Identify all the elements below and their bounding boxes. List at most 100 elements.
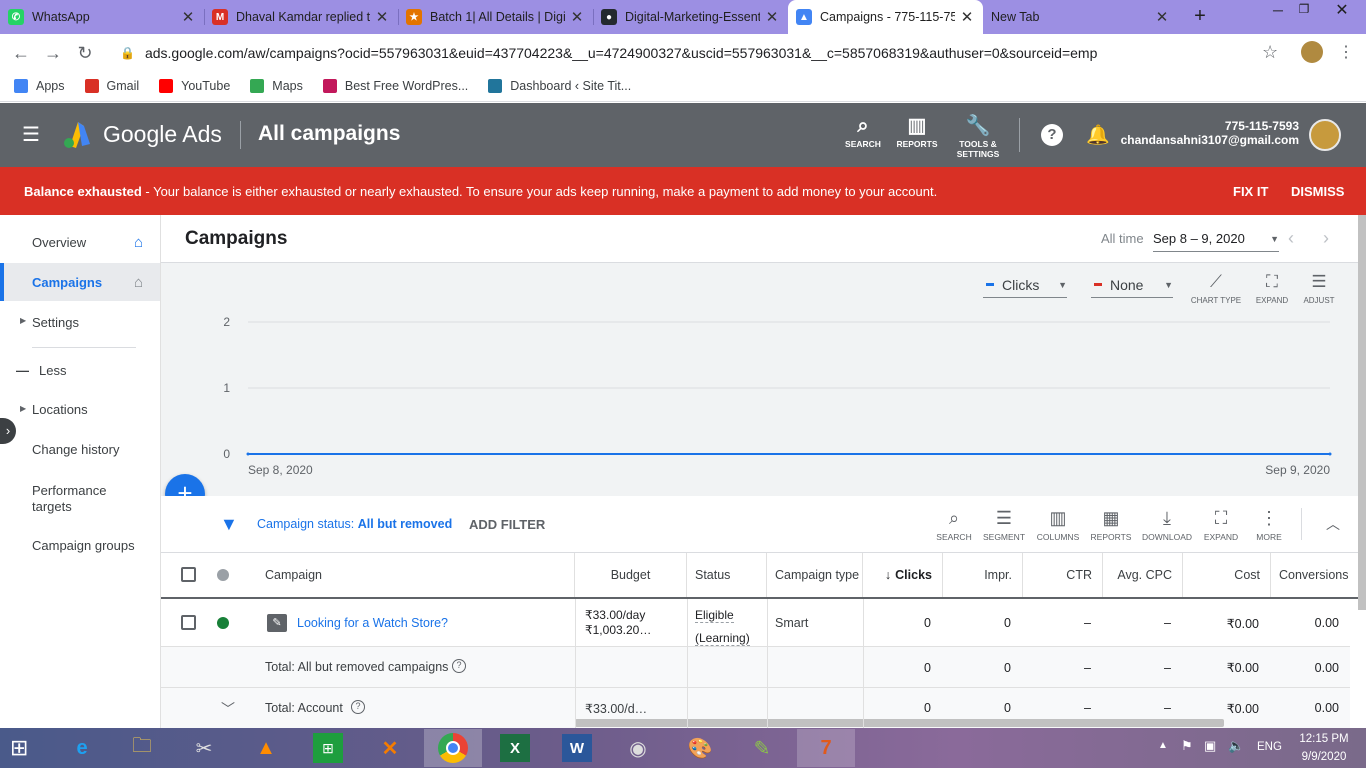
- clock-date[interactable]: 9/9/2020: [1294, 751, 1354, 763]
- tray-network-icon[interactable]: ▣: [1204, 738, 1216, 754]
- bookmark-item[interactable]: Maps: [250, 78, 303, 93]
- reload-icon[interactable]: ↻: [74, 42, 96, 64]
- input-language[interactable]: ENG: [1257, 741, 1282, 753]
- clicks-data-point[interactable]: [246, 452, 250, 456]
- adjust-button[interactable]: ☰ ADJUST: [1293, 272, 1345, 305]
- row-checkbox[interactable]: [181, 615, 196, 630]
- table-more-button[interactable]: ⋮ MORE: [1244, 504, 1294, 542]
- help-icon[interactable]: ?: [1041, 124, 1063, 146]
- browser-tab[interactable]: M Dhaval Kamdar replied t ✕: [204, 0, 398, 34]
- forward-icon[interactable]: →: [42, 42, 64, 64]
- metric-selector-2[interactable]: None ▼: [1091, 272, 1173, 298]
- table-expand-button[interactable]: ⛶ EXPAND: [1196, 504, 1246, 542]
- status-cell[interactable]: Eligible (Learning): [695, 604, 750, 650]
- internet-explorer-icon[interactable]: e: [56, 730, 108, 766]
- tray-volume-icon[interactable]: 🔈: [1228, 738, 1244, 754]
- header-tools-button[interactable]: 🔧 TOOLS & SETTINGS: [953, 113, 1003, 159]
- chart-type-button[interactable]: ⟋ CHART TYPE: [1190, 272, 1242, 305]
- bookmark-item[interactable]: YouTube: [159, 78, 230, 93]
- table-reports-button[interactable]: ▦ REPORTS: [1086, 504, 1136, 542]
- table-search-button[interactable]: ⌕ SEARCH: [929, 504, 979, 542]
- sidebar-item-campaign-groups[interactable]: Campaign groups: [0, 527, 160, 563]
- previous-date-icon[interactable]: ‹: [1288, 228, 1294, 249]
- new-tab-button[interactable]: +: [1188, 4, 1212, 28]
- tray-expand-icon[interactable]: ▲: [1158, 740, 1168, 751]
- snipping-tool-icon[interactable]: ✂: [178, 730, 230, 766]
- browser-menu-icon[interactable]: ⋮: [1338, 42, 1354, 62]
- next-date-icon[interactable]: ›: [1323, 228, 1329, 249]
- column-header-clicks[interactable]: ↓ Clicks: [863, 553, 943, 597]
- status-filter-chip[interactable]: Campaign status: All but removed: [257, 517, 452, 531]
- clock-time[interactable]: 12:15 PM: [1294, 733, 1354, 745]
- back-icon[interactable]: ←: [10, 42, 32, 64]
- browser-tab[interactable]: ▲ Campaigns - 775-115-75 ✕: [788, 0, 983, 34]
- browser-tab[interactable]: ✆ WhatsApp ✕: [0, 0, 204, 34]
- restore-window-button[interactable]: ❐: [1294, 2, 1314, 22]
- browser-tab[interactable]: ★ Batch 1| All Details | Digi ✕: [398, 0, 593, 34]
- minimize-window-button[interactable]: ─: [1268, 2, 1288, 22]
- account-avatar[interactable]: [1309, 119, 1341, 151]
- bookmark-item[interactable]: Dashboard ‹ Site Tit...: [488, 78, 631, 93]
- tray-flag-icon[interactable]: ⚑: [1181, 738, 1193, 754]
- notifications-bell-icon[interactable]: 🔔: [1086, 123, 1110, 147]
- hamburger-menu-icon[interactable]: ☰: [22, 125, 42, 145]
- collapse-chevron-icon[interactable]: ︿: [1326, 514, 1340, 534]
- paint-icon[interactable]: 🎨: [674, 730, 726, 766]
- greenshot-icon[interactable]: ✎: [736, 730, 788, 766]
- profile-avatar[interactable]: [1301, 41, 1323, 63]
- word-icon[interactable]: W: [562, 734, 592, 762]
- file-explorer-icon[interactable]: 🗀: [116, 730, 168, 766]
- help-icon[interactable]: ?: [452, 659, 466, 673]
- bookmark-item[interactable]: Apps: [14, 78, 65, 93]
- select-all-checkbox[interactable]: [181, 567, 196, 582]
- browser-tab[interactable]: New Tab ✕: [983, 0, 1178, 34]
- clicks-data-point[interactable]: [1328, 452, 1332, 456]
- table-segment-button[interactable]: ☰ SEGMENT: [979, 504, 1029, 542]
- address-bar[interactable]: 🔒 ads.google.com/aw/campaigns?ocid=55796…: [110, 40, 1290, 66]
- tab-close-icon[interactable]: ✕: [180, 8, 196, 26]
- bookmark-star-icon[interactable]: ☆: [1262, 42, 1278, 63]
- xampp-icon[interactable]: ✕: [364, 730, 416, 766]
- header-search-button[interactable]: ⌕ SEARCH: [838, 113, 888, 149]
- media-player-icon[interactable]: ◉: [612, 730, 664, 766]
- vertical-scrollbar[interactable]: [1358, 215, 1366, 610]
- sidebar-item-change-history[interactable]: Change history: [0, 431, 160, 467]
- bookmark-item[interactable]: Gmail: [84, 78, 139, 93]
- table-columns-button[interactable]: ▥ COLUMNS: [1033, 504, 1083, 542]
- column-header-avg-cpc[interactable]: Avg. CPC: [1103, 553, 1183, 597]
- metric-selector-1[interactable]: Clicks ▼: [983, 272, 1067, 298]
- tab-close-icon[interactable]: ✕: [569, 8, 585, 26]
- bookmark-item[interactable]: Best Free WordPres...: [322, 78, 468, 93]
- fix-it-button[interactable]: FIX IT: [1233, 184, 1268, 199]
- column-header-ctr[interactable]: CTR: [1023, 553, 1103, 597]
- browser-tab[interactable]: ● Digital-Marketing-Essent ✕: [593, 0, 788, 34]
- add-filter-button[interactable]: ADD FILTER: [469, 517, 545, 532]
- tab-close-icon[interactable]: ✕: [959, 8, 975, 26]
- enabled-status-dot[interactable]: [217, 617, 229, 629]
- column-header-budget[interactable]: Budget: [575, 553, 687, 597]
- date-range-selector[interactable]: Sep 8 – 9, 2020 ▼: [1153, 226, 1279, 252]
- column-header-campaign-type[interactable]: Campaign type: [767, 553, 863, 597]
- help-icon[interactable]: ?: [351, 700, 365, 714]
- store-icon[interactable]: ⊞: [313, 733, 343, 763]
- tab-close-icon[interactable]: ✕: [374, 8, 390, 26]
- dismiss-button[interactable]: DISMISS: [1291, 184, 1344, 199]
- table-download-button[interactable]: ⤓ DOWNLOAD: [1142, 504, 1192, 542]
- horizontal-scrollbar[interactable]: [575, 719, 1224, 727]
- column-header-conversions[interactable]: Conversions: [1271, 553, 1351, 597]
- tab-close-icon[interactable]: ✕: [764, 8, 780, 26]
- campaign-name-link[interactable]: Looking for a Watch Store?: [297, 616, 448, 630]
- expand-chevron-icon[interactable]: ﹀: [221, 699, 235, 719]
- sidebar-item-performance-targets[interactable]: Performance targets: [0, 478, 140, 520]
- windows-start-icon[interactable]: ⊞: [10, 735, 38, 761]
- header-reports-button[interactable]: ▥ REPORTS: [892, 113, 942, 149]
- close-window-button[interactable]: ✕: [1318, 0, 1366, 22]
- column-header-campaign[interactable]: Campaign: [257, 553, 575, 597]
- column-header-cost[interactable]: Cost: [1183, 553, 1271, 597]
- expand-button[interactable]: ⛶ EXPAND: [1246, 272, 1298, 305]
- budget-cell[interactable]: ₹33.00/day ₹1,003.20…: [585, 608, 651, 638]
- tab-close-icon[interactable]: ✕: [1154, 8, 1170, 26]
- column-header-status[interactable]: Status: [687, 553, 767, 597]
- column-header-impr[interactable]: Impr.: [943, 553, 1023, 597]
- vlc-icon[interactable]: ▲: [240, 730, 292, 766]
